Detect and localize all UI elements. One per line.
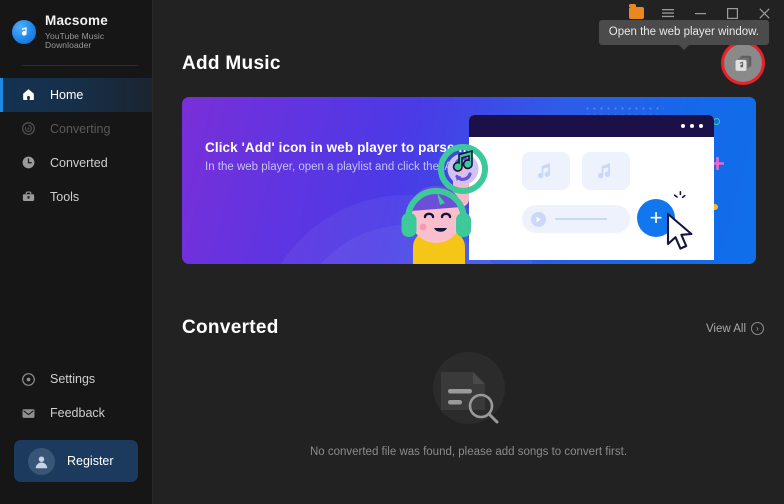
sidebar-item-label: Converted <box>50 155 108 170</box>
music-note-icon <box>598 163 611 179</box>
minimize-icon <box>694 12 706 14</box>
music-library-icon <box>735 55 751 71</box>
banner-green-ring <box>713 118 720 125</box>
converting-icon <box>20 120 37 137</box>
sidebar-item-label: Feedback <box>50 406 105 420</box>
sidebar-item-converting[interactable]: Converting <box>0 112 152 146</box>
sidebar-nav: Home Converting Converted Tools <box>0 77 152 214</box>
gear-icon <box>20 371 37 388</box>
home-icon <box>20 86 37 103</box>
sidebar-item-converted[interactable]: Converted <box>0 146 152 180</box>
sidebar-item-settings[interactable]: Settings <box>0 362 152 396</box>
mockup-dot <box>690 124 694 128</box>
view-all-button[interactable]: View All › <box>706 322 764 335</box>
chevron-right-circle-icon: › <box>751 322 764 335</box>
folder-icon <box>628 4 644 19</box>
sidebar-bottom-nav: Settings Feedback Register <box>0 362 152 504</box>
main-content: Open the web player window. Add Music Cl… <box>153 0 784 504</box>
sidebar-item-feedback[interactable]: Feedback <box>0 396 152 430</box>
mockup-titlebar <box>469 115 714 137</box>
open-web-player-button[interactable] <box>724 44 762 82</box>
register-label: Register <box>67 454 114 468</box>
app-logo-icon <box>12 20 36 45</box>
sparkle-icon <box>673 191 690 212</box>
sidebar: Macsome YouTube Music Downloader Home Co… <box>0 0 153 504</box>
brand-subtitle: YouTube Music Downloader <box>45 30 105 51</box>
add-music-title: Add Music <box>182 53 281 74</box>
clock-icon <box>20 154 37 171</box>
webplayer-tooltip: Open the web player window. <box>598 20 769 50</box>
maximize-icon <box>726 7 738 19</box>
user-avatar-icon <box>28 447 55 475</box>
sidebar-item-home[interactable]: Home <box>0 77 152 112</box>
brand-name: Macsome <box>45 13 108 28</box>
app-window: Macsome YouTube Music Downloader Home Co… <box>0 0 784 504</box>
sidebar-item-label: Home <box>50 87 84 102</box>
brand: Macsome YouTube Music Downloader <box>0 0 152 51</box>
register-button[interactable]: Register <box>14 440 138 482</box>
mouse-cursor-icon <box>665 212 699 258</box>
sidebar-item-tools[interactable]: Tools <box>0 180 152 214</box>
sidebar-item-label: Tools <box>50 189 80 204</box>
feedback-icon <box>20 405 37 422</box>
sidebar-item-label: Settings <box>50 372 96 386</box>
hamburger-menu-icon <box>662 9 674 18</box>
add-music-banner[interactable]: Click 'Add' icon in web player to parse … <box>182 97 756 264</box>
toolbox-icon <box>20 188 37 205</box>
view-all-label: View All <box>705 322 746 335</box>
mockup-dot <box>681 124 685 128</box>
mockup-progress-line <box>555 218 607 220</box>
sidebar-divider <box>22 64 138 66</box>
converted-title: Converted <box>182 317 279 338</box>
document-search-icon <box>432 352 505 424</box>
green-music-note-icon <box>452 149 473 172</box>
mockup-music-card <box>582 152 630 190</box>
mockup-dot <box>699 124 703 128</box>
empty-state-text: No converted file was found, please add … <box>309 446 628 458</box>
sidebar-item-label: Converting <box>50 121 111 136</box>
empty-state-illustration <box>423 346 515 438</box>
close-icon <box>758 7 770 19</box>
